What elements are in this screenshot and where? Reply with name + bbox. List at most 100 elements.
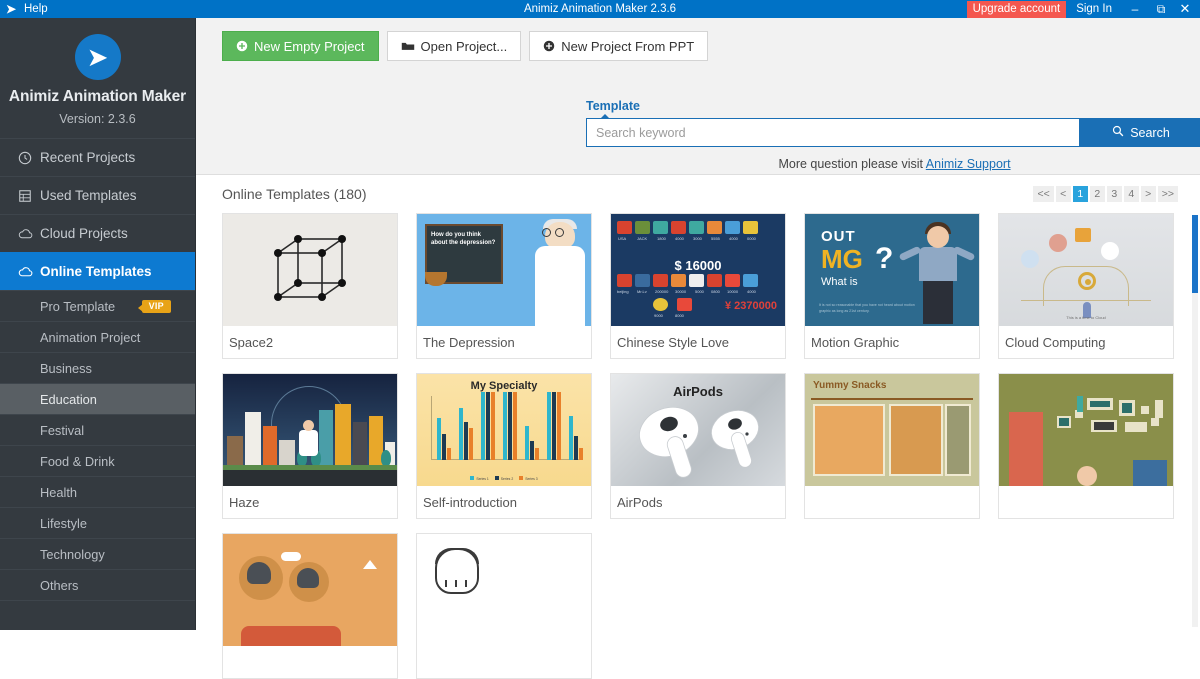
- support-line: More question please visit Animiz Suppor…: [586, 157, 1200, 171]
- title-bar: ➤ Help Animiz Animation Maker 2.3.6 Upgr…: [0, 0, 1200, 18]
- sidebar-subitem-label: Festival: [40, 422, 85, 438]
- sidebar-subitem-festival[interactable]: Festival: [0, 414, 195, 445]
- sidebar-item-used-templates[interactable]: Used Templates: [0, 176, 195, 214]
- sidebar-subitem-business[interactable]: Business: [0, 352, 195, 383]
- amount-usd: $ 16000: [674, 258, 722, 273]
- top-zone: New Empty Project Open Project... New Pr…: [196, 18, 1200, 175]
- sidebar-list-end: [0, 600, 195, 614]
- sidebar-subitem-technology[interactable]: Technology: [0, 538, 195, 569]
- pagination-page-2[interactable]: 2: [1089, 186, 1105, 202]
- template-thumbnail: [223, 374, 397, 486]
- template-title: Haze: [229, 494, 260, 510]
- sidebar-subitem-label: Animation Project: [40, 329, 141, 345]
- mg-what-text: What is: [821, 276, 858, 288]
- sidebar-subitem-label: Food & Drink: [40, 453, 115, 469]
- menu-help[interactable]: Help: [22, 3, 48, 15]
- template-card[interactable]: [222, 533, 398, 679]
- restore-icon[interactable]: ⧉: [1148, 0, 1174, 18]
- templates-header: Online Templates (180) << < 1 2 3 4 > >>: [196, 175, 1200, 213]
- button-label: Open Project...: [420, 38, 508, 54]
- sidebar-subitem-others[interactable]: Others: [0, 569, 195, 600]
- template-thumbnail: USA JACK 1800 4000 3000 5555 4000 0000 $…: [611, 214, 785, 326]
- template-thumbnail: [417, 534, 591, 646]
- cloud-icon: [18, 227, 40, 241]
- new-project-from-ppt-button[interactable]: New Project From PPT: [529, 31, 709, 61]
- sidebar-subitem-label: Technology: [40, 546, 105, 562]
- open-project-button[interactable]: Open Project...: [386, 31, 522, 61]
- grid-icon: [18, 189, 40, 203]
- legend-label: Series 2: [500, 477, 514, 481]
- cloud-caption: This is a time to Cloud: [1066, 315, 1106, 320]
- sidebar-subitem-label: Others: [40, 577, 79, 593]
- sidebar-subitem-lifestyle[interactable]: Lifestyle: [0, 507, 195, 538]
- template-card[interactable]: [416, 533, 592, 679]
- template-title: [223, 646, 397, 678]
- template-title: [999, 486, 1173, 518]
- sidebar-subitem-label: Health: [40, 484, 77, 500]
- template-card[interactable]: This is a time to Cloud Cloud Computing: [998, 213, 1174, 359]
- sidebar-item-online-templates[interactable]: Online Templates: [0, 252, 195, 290]
- template-card[interactable]: Yummy Snacks: [804, 373, 980, 519]
- pagination-next[interactable]: >: [1140, 186, 1156, 202]
- plus-circle-icon: [543, 40, 555, 52]
- cloud-icon: [18, 265, 40, 279]
- pagination-page-4[interactable]: 4: [1123, 186, 1139, 202]
- upgrade-account-button[interactable]: Upgrade account: [966, 0, 1067, 18]
- template-title: Motion Graphic: [811, 334, 900, 350]
- pagination: << < 1 2 3 4 > >>: [1033, 186, 1178, 202]
- scrollbar-thumb[interactable]: [1192, 215, 1198, 293]
- sidebar-item-recent-projects[interactable]: Recent Projects: [0, 138, 195, 176]
- pagination-page-1[interactable]: 1: [1072, 186, 1088, 202]
- snacks-title: Yummy Snacks: [813, 380, 887, 391]
- sidebar-subitem-animation-project[interactable]: Animation Project: [0, 321, 195, 352]
- animiz-support-link[interactable]: Animiz Support: [926, 157, 1011, 171]
- pagination-last[interactable]: >>: [1157, 186, 1178, 202]
- mg-fine-print: It is not so reasonable that you have no…: [819, 303, 915, 313]
- template-card[interactable]: How do you think about the depression? T…: [416, 213, 592, 359]
- template-thumbnail: Yummy Snacks: [805, 374, 979, 486]
- sidebar-subitem-health[interactable]: Health: [0, 476, 195, 507]
- sidebar-subitem-pro-template[interactable]: Pro Template VIP: [0, 290, 195, 321]
- template-card[interactable]: AirPods AirPods: [610, 373, 786, 519]
- action-toolbar: New Empty Project Open Project... New Pr…: [196, 18, 1200, 61]
- template-card[interactable]: OUT MG ? What is It is not so reasonable…: [804, 213, 980, 359]
- sidebar: ➤ Animiz Animation Maker Version: 2.3.6 …: [0, 18, 196, 630]
- pagination-prev[interactable]: <: [1055, 186, 1071, 202]
- airpods-illustration: [639, 406, 759, 478]
- close-icon[interactable]: ✕: [1174, 0, 1200, 18]
- template-card[interactable]: Haze: [222, 373, 398, 519]
- minimize-icon[interactable]: –: [1122, 0, 1148, 18]
- app-version: Version: 2.3.6: [59, 112, 136, 126]
- chart-title: My Specialty: [470, 380, 538, 392]
- template-thumbnail: [999, 374, 1173, 486]
- template-thumbnail: This is a time to Cloud: [999, 214, 1173, 326]
- template-card[interactable]: My Specialty Series 1 Series 2 Series 3 …: [416, 373, 592, 519]
- template-title: Chinese Style Love: [617, 334, 730, 350]
- template-card[interactable]: USA JACK 1800 4000 3000 5555 4000 0000 $…: [610, 213, 786, 359]
- template-card[interactable]: [998, 373, 1174, 519]
- new-empty-project-button[interactable]: New Empty Project: [222, 31, 379, 61]
- templates-grid: Space2 How do you think about the depres…: [196, 213, 1200, 679]
- search-button[interactable]: Search: [1079, 118, 1200, 147]
- sidebar-nav: Recent Projects Used Templates Cloud Pro…: [0, 138, 195, 614]
- templates-zone: Online Templates (180) << < 1 2 3 4 > >>: [196, 175, 1200, 679]
- sidebar-subitem-education[interactable]: Education: [0, 383, 195, 414]
- mg-big-text: MG: [821, 244, 863, 274]
- pagination-first[interactable]: <<: [1033, 186, 1054, 202]
- sign-in-button[interactable]: Sign In: [1066, 3, 1122, 15]
- main-content: New Empty Project Open Project... New Pr…: [196, 18, 1200, 679]
- search-input[interactable]: [586, 118, 1079, 147]
- template-card[interactable]: Space2: [222, 213, 398, 359]
- sidebar-subitem-food-and-drink[interactable]: Food & Drink: [0, 445, 195, 476]
- template-title: Cloud Computing: [1005, 334, 1106, 350]
- template-thumbnail: How do you think about the depression?: [417, 214, 591, 326]
- folder-open-icon: [401, 40, 415, 52]
- search-row: Search: [586, 118, 1200, 147]
- template-title: [805, 486, 979, 518]
- template-thumbnail: AirPods: [611, 374, 785, 486]
- sidebar-item-cloud-projects[interactable]: Cloud Projects: [0, 214, 195, 252]
- template-thumbnail: OUT MG ? What is It is not so reasonable…: [805, 214, 979, 326]
- search-button-label: Search: [1130, 125, 1170, 140]
- search-icon: [1112, 125, 1124, 140]
- pagination-page-3[interactable]: 3: [1106, 186, 1122, 202]
